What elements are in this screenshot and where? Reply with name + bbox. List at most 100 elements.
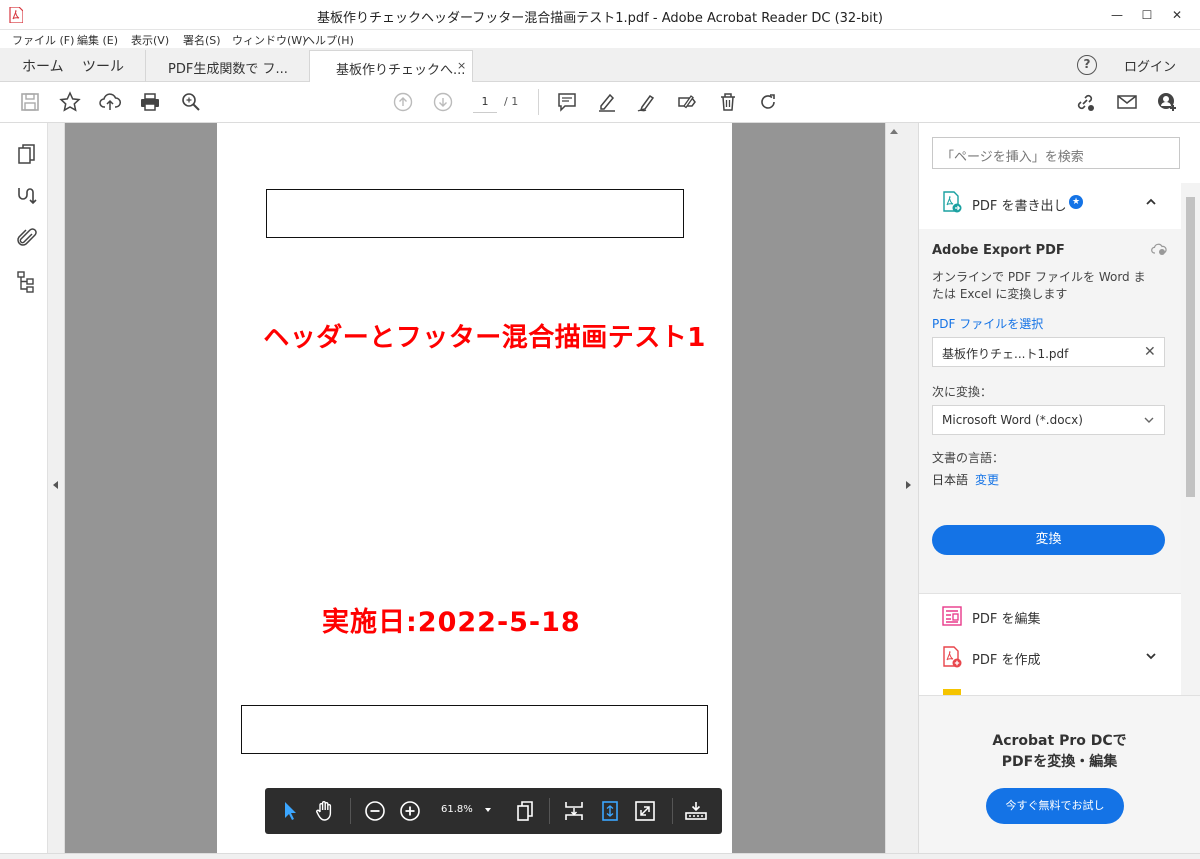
menu-edit[interactable]: 編集 (E)	[77, 32, 118, 48]
panel-scrollbar[interactable]	[1181, 183, 1200, 695]
tab-document-2-label: 基板作りチェックへ...	[336, 63, 466, 78]
export-panel-title: Adobe Export PDF	[932, 243, 1065, 258]
menu-sign[interactable]: 署名(S)	[183, 32, 221, 48]
cloud-icon	[1151, 243, 1167, 255]
zoom-level[interactable]: 61.8%	[441, 804, 473, 815]
export-pdf-panel: Adobe Export PDF オンラインで PDF ファイルを Word ま…	[919, 229, 1181, 594]
pdf-date-text: 実施日:2022-5-18	[322, 607, 581, 638]
title-bar: 基板作りチェックヘッダーフッター混合描画テスト1.pdf - Adobe Acr…	[0, 0, 1200, 30]
document-view: ヘッダーとフッター混合描画テスト1 実施日:2022-5-18	[48, 123, 918, 853]
tool-search-input[interactable]: 「ページを挿入」を検索	[932, 137, 1180, 169]
full-screen-icon[interactable]	[633, 799, 657, 823]
pdf-header-box	[266, 189, 684, 238]
window-title: 基板作りチェックヘッダーフッター混合描画テスト1.pdf - Adobe Acr…	[317, 11, 883, 26]
promo-line-1: Acrobat Pro DCで	[992, 733, 1127, 749]
share-link-icon[interactable]	[1074, 91, 1096, 113]
pdf-page: ヘッダーとフッター混合描画テスト1 実施日:2022-5-18	[217, 123, 732, 853]
tab-close-icon[interactable]: ×	[457, 59, 466, 72]
print-icon[interactable]	[139, 91, 161, 113]
page-thumbnails-icon[interactable]	[15, 142, 39, 166]
previous-page-icon[interactable]	[392, 91, 414, 113]
highlight-pen-icon[interactable]	[596, 91, 618, 113]
export-pdf-label: PDF を書き出し	[972, 199, 1067, 214]
document-language-value: 日本語	[932, 473, 969, 487]
tool-edit-pdf[interactable]: PDF を編集	[919, 597, 1181, 635]
right-tools-panel: 「ページを挿入」を検索 PDF を書き出し ★ Adobe Export PDF…	[918, 123, 1200, 853]
delete-icon[interactable]	[717, 91, 739, 113]
left-navigation-panel	[0, 123, 48, 853]
zoom-in-icon[interactable]	[398, 799, 422, 823]
tab-home[interactable]: ホーム	[22, 56, 64, 76]
scroll-up-icon[interactable]	[890, 129, 898, 134]
comment-icon[interactable]	[556, 91, 578, 113]
save-icon[interactable]	[19, 91, 41, 113]
email-icon[interactable]	[1116, 91, 1138, 113]
document-scrollbar[interactable]	[885, 123, 902, 853]
convert-button[interactable]: 変換	[932, 525, 1165, 555]
menu-window[interactable]: ウィンドウ(W)	[232, 32, 306, 48]
tab-document-1[interactable]: PDF生成関数で フ...	[145, 50, 309, 82]
floating-divider	[350, 798, 351, 824]
upgrade-promo: Acrobat Pro DCで PDFを変換・編集 今すぐ無料でお試し	[919, 695, 1200, 853]
selected-file-field[interactable]: 基板作りチェ...ト1.pdf ✕	[932, 337, 1165, 367]
floating-divider	[549, 798, 550, 824]
convert-format-value: Microsoft Word (*.docx)	[942, 413, 1083, 427]
star-icon[interactable]	[59, 91, 81, 113]
export-pdf-icon	[943, 191, 962, 213]
collapse-left-icon[interactable]	[53, 481, 58, 489]
login-button[interactable]: ログイン	[1124, 56, 1176, 75]
fit-page-icon[interactable]	[598, 799, 622, 823]
zoom-dropdown-icon[interactable]	[485, 808, 491, 812]
free-trial-button[interactable]: 今すぐ無料でお試し	[986, 788, 1124, 824]
structure-tree-icon[interactable]	[15, 270, 39, 294]
tool-create-pdf[interactable]: PDF を作成	[919, 638, 1181, 676]
convert-to-label: 次に変換：	[932, 385, 993, 399]
add-user-icon[interactable]	[1156, 91, 1178, 113]
menu-bar: ファイル (F) 編集 (E) 表示(V) 署名(S) ウィンドウ(W) ヘルプ…	[0, 30, 1200, 48]
create-pdf-label: PDF を作成	[972, 653, 1041, 668]
select-pdf-link[interactable]: PDF ファイルを選択	[932, 315, 1043, 332]
edit-pdf-label: PDF を編集	[972, 612, 1041, 627]
menu-file[interactable]: ファイル (F)	[12, 32, 74, 48]
page-view-icon[interactable]	[513, 799, 537, 823]
next-page-icon[interactable]	[432, 91, 454, 113]
tab-document-2[interactable]: 基板作りチェックへ... ×	[309, 50, 473, 84]
chevron-down-icon[interactable]	[1144, 649, 1158, 663]
page-number-input[interactable]: 1	[473, 91, 497, 113]
create-pdf-icon	[943, 646, 962, 668]
zoom-out-icon[interactable]	[363, 799, 387, 823]
selected-file-name: 基板作りチェ...ト1.pdf	[942, 347, 1069, 361]
change-language-link[interactable]: 変更	[975, 471, 999, 488]
bookmarks-icon[interactable]	[15, 184, 39, 208]
upload-cloud-icon[interactable]	[99, 91, 121, 113]
fill-sign-icon[interactable]	[676, 91, 698, 113]
page-total: / 1	[504, 95, 519, 108]
search-icon[interactable]	[180, 91, 202, 113]
chevron-up-icon[interactable]	[1144, 195, 1158, 209]
expand-right-icon[interactable]	[906, 481, 911, 489]
convert-format-select[interactable]: Microsoft Word (*.docx)	[932, 405, 1165, 435]
select-cursor-icon[interactable]	[278, 799, 302, 823]
help-icon[interactable]: ?	[1077, 55, 1097, 75]
attachment-icon[interactable]	[15, 226, 39, 250]
tab-tools[interactable]: ツール	[82, 56, 124, 76]
export-pdf-section-header[interactable]: PDF を書き出し ★	[919, 183, 1181, 229]
hand-tool-icon[interactable]	[313, 799, 337, 823]
panel-scroll-thumb[interactable]	[1186, 197, 1195, 497]
sign-pen-icon[interactable]	[636, 91, 658, 113]
menu-view[interactable]: 表示(V)	[131, 32, 169, 48]
export-description: オンラインで PDF ファイルを Word または Excel に変換します	[932, 270, 1146, 301]
scroll-mode-icon[interactable]	[562, 799, 586, 823]
document-language-label: 文書の言語：	[932, 451, 1005, 465]
main-toolbar: 1 / 1	[0, 82, 1200, 123]
toolbar-divider	[538, 89, 539, 115]
edit-pdf-icon	[942, 606, 962, 626]
tool-next-partial[interactable]	[919, 679, 1181, 695]
read-aloud-icon[interactable]	[684, 799, 708, 823]
menu-help[interactable]: ヘルプ(H)	[304, 32, 354, 48]
chevron-down-icon	[1144, 417, 1154, 423]
close-window-button[interactable]: ✕	[1154, 0, 1200, 29]
panel-divider	[919, 593, 1181, 594]
rotate-icon[interactable]	[757, 91, 779, 113]
clear-file-icon[interactable]: ✕	[1144, 344, 1156, 360]
